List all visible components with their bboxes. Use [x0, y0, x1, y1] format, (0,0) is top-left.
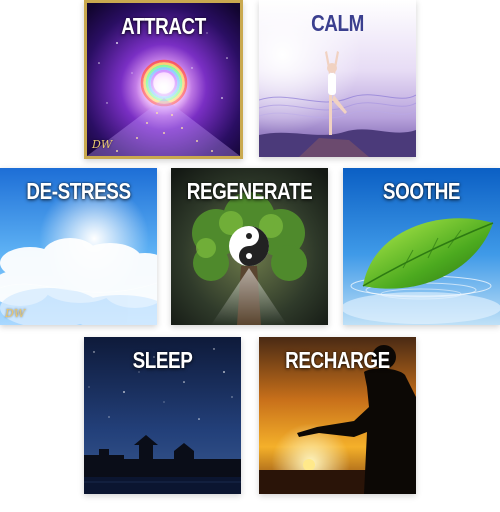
tile-destress[interactable]: DE-STRESS DW	[0, 168, 157, 325]
tile-calm[interactable]: CALM	[259, 0, 416, 157]
tile-sleep-label: SLEEP	[132, 347, 193, 373]
tile-regenerate-label: REGENERATE	[186, 178, 313, 204]
tile-destress-label: DE-STRESS	[26, 178, 131, 204]
tile-recharge-label: RECHARGE	[285, 347, 390, 373]
tile-attract-logo: DW	[92, 138, 113, 151]
tile-regenerate[interactable]: REGENERATE	[171, 168, 328, 325]
tile-destress-logo: DW	[5, 307, 26, 320]
tile-recharge[interactable]: RECHARGE	[259, 337, 416, 494]
tile-soothe-label: SOOTHE	[382, 178, 461, 204]
tile-sleep[interactable]: SLEEP	[84, 337, 241, 494]
tile-attract-label: ATTRACT	[121, 13, 206, 39]
tile-attract[interactable]: ATTRACT DW	[84, 0, 243, 159]
tile-calm-label: CALM	[311, 10, 364, 36]
tile-soothe[interactable]: SOOTHE	[343, 168, 500, 325]
